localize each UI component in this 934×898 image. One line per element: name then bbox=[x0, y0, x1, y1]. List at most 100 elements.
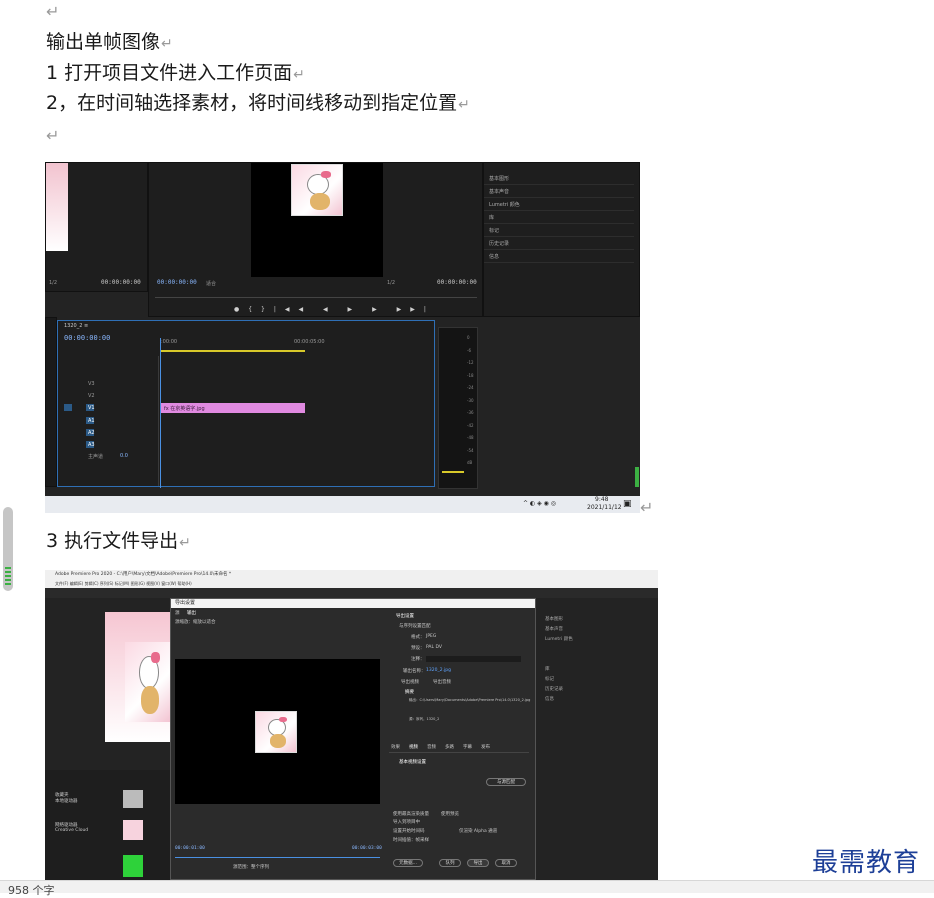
transport-controls[interactable]: ●{}|◀◀ ◀ ▶ ▶ ▶▶| bbox=[234, 306, 435, 313]
metadata-button[interactable]: 元数据... bbox=[393, 859, 423, 867]
timeline-panel: 1320_2 ≡ 00:00:00:00 :00:00 00:00:05:00 … bbox=[57, 320, 435, 488]
tab-output[interactable]: 输出 bbox=[187, 610, 196, 616]
panel-item-info[interactable]: 信息 bbox=[484, 251, 634, 263]
tab-source[interactable]: 源 bbox=[175, 610, 180, 616]
premiere-export-screenshot: Adobe Premiere Pro 2020 - C:\用户\Mary\文档\… bbox=[45, 570, 658, 880]
format-select[interactable]: JPEG bbox=[426, 634, 436, 639]
tools-strip[interactable] bbox=[45, 317, 57, 487]
queue-button[interactable]: 队列 bbox=[439, 859, 461, 867]
sequence-tab[interactable]: 1320_2 ≡ bbox=[64, 323, 88, 329]
cancel-button[interactable]: 取消 bbox=[495, 859, 517, 867]
fit-dropdown[interactable]: 适合 bbox=[206, 280, 216, 287]
option-start-timecode[interactable]: 设置开始时间码 bbox=[393, 828, 425, 834]
panel-item-library[interactable]: 库 bbox=[484, 212, 634, 224]
step-1-text: 1 打开项目文件进入工作页面 bbox=[46, 62, 293, 84]
panel-item-lumetri[interactable]: Lumetri 颜色 bbox=[484, 199, 634, 211]
source-scale: 1/2 bbox=[49, 280, 58, 286]
program-duration: 00:00:00:00 bbox=[437, 279, 477, 286]
comment-label: 注释： bbox=[411, 657, 425, 662]
rp-item-markers[interactable]: 标记 bbox=[545, 676, 554, 682]
brand-watermark: 最需教育 bbox=[812, 848, 921, 878]
settings-tab-multiplex[interactable]: 多路 bbox=[445, 744, 454, 750]
step-3-line: 3 执行文件导出↵ bbox=[46, 529, 191, 555]
rp-item-library[interactable]: 库 bbox=[545, 666, 550, 672]
vertical-scroll-thumb[interactable] bbox=[3, 507, 13, 591]
heading-text: 输出单帧图像 bbox=[46, 31, 161, 53]
track-target-v1[interactable] bbox=[64, 404, 72, 411]
panel-item-graphics[interactable]: 基本图形 bbox=[484, 173, 634, 185]
option-use-previews[interactable]: 使用预览 bbox=[441, 811, 459, 817]
export-video-checkbox[interactable]: 导出视频 bbox=[401, 679, 419, 685]
basic-video-heading: 基本视频设置 bbox=[399, 760, 426, 765]
playhead[interactable] bbox=[160, 338, 161, 488]
notification-icon[interactable]: ▣ bbox=[623, 499, 632, 509]
export-settings-dialog: 导出设置 源 输出 源缩放： 缩放以适合 00:00:01:00 00:00:0… bbox=[170, 598, 536, 880]
workspace-tabs[interactable] bbox=[45, 588, 658, 598]
summary-heading: 摘要 bbox=[405, 690, 414, 695]
option-import-project[interactable]: 导入到项目中 bbox=[393, 819, 420, 825]
export-audio-checkbox[interactable]: 导出音频 bbox=[433, 679, 451, 685]
premiere-editing-screenshot: 00:00:00:00 1/2 00:00:00:00 适合 1/2 00:00… bbox=[45, 162, 640, 512]
preset-select[interactable]: PAL DV bbox=[426, 645, 442, 650]
work-area-bar[interactable] bbox=[160, 350, 305, 352]
master-track-value: 0.0 bbox=[120, 453, 128, 459]
window-resize-indicator bbox=[635, 467, 639, 487]
settings-tab-effects[interactable]: 效果 bbox=[391, 744, 400, 750]
rp-item-lumetri[interactable]: Lumetri 颜色 bbox=[545, 636, 573, 642]
source-range[interactable]: 源范围：整个序列 bbox=[233, 864, 269, 870]
settings-tab-video[interactable]: 视频 bbox=[409, 744, 418, 750]
project-creative-cloud[interactable]: Creative Cloud bbox=[55, 828, 88, 833]
track-v1-label: V1 bbox=[88, 405, 95, 411]
export-preview bbox=[175, 659, 380, 804]
rp-item-sound[interactable]: 基本声音 bbox=[545, 626, 563, 632]
master-track-label: 主声道 bbox=[88, 454, 104, 460]
ruler-mark-start: :00:00 bbox=[161, 339, 178, 345]
settings-tab-captions[interactable]: 字幕 bbox=[463, 744, 472, 750]
rp-item-graphics[interactable]: 基本图形 bbox=[545, 616, 563, 622]
summary-source: 源：序列，1320_2 bbox=[409, 717, 440, 721]
dialog-title: 导出设置 bbox=[171, 599, 535, 608]
audio-meter: 0 -6 -12 -18 -24 -30 -36 -42 -48 -54 dB bbox=[438, 327, 478, 489]
match-sequence-checkbox[interactable]: 与序列设置匹配 bbox=[399, 623, 431, 629]
heading-output-single-frame: 输出单帧图像↵ bbox=[46, 30, 173, 56]
output-name-link[interactable]: 1320_2.jpg bbox=[426, 668, 451, 673]
hello-kitty-image bbox=[291, 164, 343, 216]
output-name-label: 输出名称： bbox=[403, 669, 426, 674]
source-monitor: 00:00:00:00 1/2 bbox=[45, 162, 148, 292]
clip-label: fx 在京英语字.jpg bbox=[164, 406, 205, 412]
video-clip[interactable]: fx 在京英语字.jpg bbox=[161, 403, 305, 413]
track-v3-label: V3 bbox=[88, 381, 95, 387]
settings-tab-publish[interactable]: 发布 bbox=[481, 744, 490, 750]
media-thumb-2[interactable] bbox=[123, 820, 143, 840]
rp-item-history[interactable]: 历史记录 bbox=[545, 686, 563, 692]
program-scale[interactable]: 1/2 bbox=[387, 280, 395, 286]
app-menu-bar[interactable]: 文件(F) 编辑(E) 剪辑(C) 序列(S) 标记(M) 图形(G) 视图(V… bbox=[45, 580, 658, 588]
option-time-interpolation[interactable]: 时间插值：帧采样 bbox=[393, 837, 429, 843]
word-count[interactable]: 958 个字 bbox=[8, 882, 55, 898]
program-scrubber[interactable] bbox=[155, 291, 477, 298]
source-monitor-preview bbox=[105, 612, 170, 742]
export-button[interactable]: 导出 bbox=[467, 859, 489, 867]
panel-item-markers[interactable]: 标记 bbox=[484, 225, 634, 237]
media-thumb-1[interactable] bbox=[123, 790, 143, 808]
tray-icons[interactable]: ^ ◐ ◈ ◉ ◎ bbox=[523, 500, 556, 507]
settings-tab-audio[interactable]: 音频 bbox=[427, 744, 436, 750]
project-local-drives[interactable]: 本地驱动器 bbox=[55, 798, 78, 804]
option-max-render[interactable]: 使用最高渲染质量 bbox=[393, 811, 429, 817]
panel-item-history[interactable]: 历史记录 bbox=[484, 238, 634, 250]
preset-label: 预设： bbox=[411, 646, 425, 651]
media-thumb-3[interactable] bbox=[123, 855, 143, 877]
paragraph-mark: ↵ bbox=[293, 67, 305, 83]
match-source-button[interactable]: 与源匹配 bbox=[486, 778, 526, 786]
panel-item-sound[interactable]: 基本声音 bbox=[484, 186, 634, 198]
option-alpha-only[interactable]: 仅渲染 Alpha 通道 bbox=[459, 828, 497, 834]
taskbar-time: 9:48 bbox=[595, 496, 609, 503]
windows-taskbar: ^ ◐ ◈ ◉ ◎ 9:48 2021/11/12 ▣ bbox=[45, 496, 640, 513]
out-point-timecode: 00:00:03:00 bbox=[352, 846, 382, 851]
comment-input[interactable] bbox=[426, 656, 521, 662]
app-title-bar: Adobe Premiere Pro 2020 - C:\用户\Mary\文档\… bbox=[45, 570, 658, 580]
rp-item-info[interactable]: 信息 bbox=[545, 696, 554, 702]
source-scaling-value[interactable]: 缩放以适合 bbox=[193, 619, 216, 625]
step-2-line: 2，在时间轴选择素材，将时间线移动到指定位置↵ bbox=[46, 91, 470, 117]
export-range-bar[interactable] bbox=[175, 854, 380, 858]
